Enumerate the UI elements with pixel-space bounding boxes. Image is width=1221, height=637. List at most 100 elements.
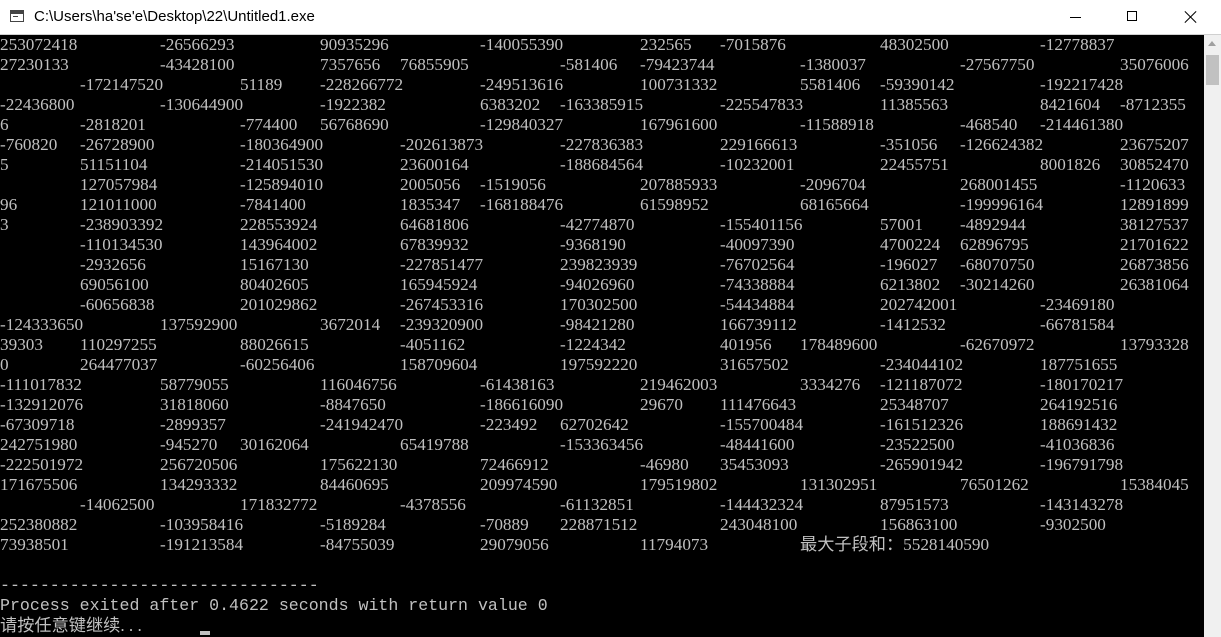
console-value: 39303 <box>0 335 43 354</box>
console-value: 131302951 <box>800 475 878 494</box>
console-output[interactable]: 253072418 -26566293 90935296 -140055390 2325… <box>0 35 1204 637</box>
console-value: -5189284 <box>320 515 386 534</box>
maximize-icon <box>1127 11 1137 21</box>
console-value: -7015876 <box>720 35 786 54</box>
console-value: -238903392 <box>80 215 164 234</box>
console-line: 5 51151104 -214051530 23600164 -188684564 -10… <box>0 155 1204 175</box>
console-value: 25348707 <box>880 395 949 414</box>
console-value: -153363456 <box>560 435 644 454</box>
console-value: 228553924 <box>240 215 318 234</box>
console-line: -60656838 201029862 -267453316 170302500 -54… <box>0 295 1204 315</box>
console-value: 134293332 <box>160 475 238 494</box>
console-value: 197592220 <box>560 355 638 374</box>
separator-line: -------------------------------- <box>0 576 319 595</box>
console-value: 166739112 <box>720 315 797 334</box>
console-value: 51189 <box>240 75 283 94</box>
minimize-button[interactable] <box>1046 0 1104 34</box>
console-value: -125894010 <box>240 175 324 194</box>
console-value: 30852470 <box>1120 155 1189 174</box>
process-exit-status: Process exited after 0.4622 seconds with… <box>0 596 548 615</box>
console-value: 35076006 <box>1120 55 1189 74</box>
maximize-button[interactable] <box>1104 0 1162 34</box>
console-value: -48441600 <box>720 435 795 454</box>
console-value: 26381064 <box>1120 275 1189 294</box>
console-value: -161512326 <box>880 415 964 434</box>
scroll-up-arrow-icon[interactable] <box>1204 35 1221 52</box>
console-line: 253072418 -26566293 90935296 -140055390 2325… <box>0 35 1204 55</box>
console-value: -30214260 <box>960 275 1035 294</box>
console-value: -110134530 <box>80 235 163 254</box>
console-value: 30162064 <box>240 435 309 454</box>
console-value: 116046756 <box>320 375 397 394</box>
console-value: 15384045 <box>1120 475 1189 494</box>
console-value: -2899357 <box>160 415 226 434</box>
console-value: -1224342 <box>560 335 626 354</box>
console-value: 62702642 <box>560 415 629 434</box>
console-value: -61132851 <box>560 495 634 514</box>
console-value: 11385563 <box>880 95 949 114</box>
console-value: -581406 <box>560 55 618 74</box>
console-value: -26728900 <box>80 135 155 154</box>
console-value: 69056100 <box>80 275 149 294</box>
console-value: 27230133 <box>0 55 69 74</box>
console-value: -351056 <box>880 135 938 154</box>
console-value: 48302500 <box>880 35 949 54</box>
console-value: -186616090 <box>480 395 564 414</box>
console-value: -2818201 <box>80 115 146 134</box>
console-value: 6213802 <box>880 275 941 294</box>
console-value: -61438163 <box>480 375 555 394</box>
console-value: -2096704 <box>800 175 866 194</box>
console-value: 76855905 <box>400 55 469 74</box>
console-line: 6 -2818201 -774400 56768690 -129840327 167961… <box>0 115 1204 135</box>
window-title: C:\Users\ha'se'e\Desktop\22\Untitled1.ex… <box>34 8 315 25</box>
console-value: 165945924 <box>400 275 478 294</box>
console-value: 111476643 <box>720 395 797 414</box>
scrollbar-thumb[interactable] <box>1206 55 1219 85</box>
console-value: 243048100 <box>720 515 798 534</box>
console-value: 201029862 <box>240 295 318 314</box>
console-line: -110134530 143964002 67839932 -9368190 -4009… <box>0 235 1204 255</box>
console-value: 7357656 <box>320 55 381 74</box>
console-value: 171675506 <box>0 475 78 494</box>
console-line: -111017832 58779055 116046756 -61438163 2194… <box>0 375 1204 395</box>
console-value: -1120633 <box>1120 175 1186 194</box>
console-value: -4051162 <box>400 335 466 354</box>
console-value: -143143278 <box>1040 495 1124 514</box>
console-value: 8001826 <box>1040 155 1101 174</box>
console-value: 179519802 <box>640 475 718 494</box>
console-value: 51151104 <box>80 155 148 174</box>
close-button[interactable] <box>1162 0 1220 34</box>
console-value: -23469180 <box>1040 295 1115 314</box>
vertical-scrollbar[interactable] <box>1204 35 1221 637</box>
console-value: -68070750 <box>960 255 1035 274</box>
console-value: -74338884 <box>720 275 795 294</box>
console-value: 264477037 <box>80 355 158 374</box>
console-value: -180364900 <box>240 135 324 154</box>
console-value: 6383202 <box>480 95 541 114</box>
console-value: 207885933 <box>640 175 718 194</box>
console-value: -42774870 <box>560 215 635 234</box>
console-value: -22436800 <box>0 95 75 114</box>
console-line: 3 -238903392 228553924 64681806 -42774870 -15… <box>0 215 1204 235</box>
console-value: -111017832 <box>0 375 82 394</box>
console-value: -130644900 <box>160 95 244 114</box>
console-value: -155700484 <box>720 415 804 434</box>
console-line: 73938501 -191213584 -84755039 29079056 11794… <box>0 535 1204 555</box>
console-value: -10232001 <box>720 155 795 174</box>
console-value: 29079056 <box>480 535 549 554</box>
console-value: -8847650 <box>320 395 386 414</box>
close-icon <box>1184 10 1197 23</box>
console-value: 110297255 <box>80 335 157 354</box>
title-bar[interactable]: C:\Users\ha'se'e\Desktop\22\Untitled1.ex… <box>0 0 1221 35</box>
console-value: 29670 <box>640 395 683 414</box>
console-value: 5581406 <box>800 75 861 94</box>
console-line: 39303 110297255 88026615 -4051162 -1224342 40… <box>0 335 1204 355</box>
console-value: 264192516 <box>1040 395 1118 414</box>
console-value: 65419788 <box>400 435 469 454</box>
console-value: -214051530 <box>240 155 324 174</box>
console-value: -126624382 <box>960 135 1044 154</box>
console-value: 171832772 <box>240 495 318 514</box>
console-value: -1519056 <box>480 175 546 194</box>
console-value: 6 <box>0 115 9 134</box>
console-value: 239823939 <box>560 255 638 274</box>
